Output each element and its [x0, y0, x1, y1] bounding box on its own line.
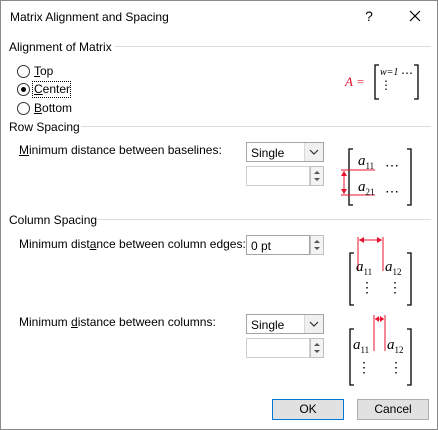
baselines-select[interactable]: Single: [246, 142, 324, 162]
col-edges-vdots-2: ⋮: [388, 279, 402, 295]
columns-spin[interactable]: [246, 338, 326, 358]
preview-lhs-label: A =: [345, 74, 365, 89]
help-button[interactable]: ?: [359, 6, 379, 26]
alignment-divider: [115, 46, 431, 47]
radio-bottom-circle[interactable]: [17, 102, 30, 115]
col-dist-cell-12: a12: [387, 337, 404, 355]
radio-center-selected-dot: [21, 87, 26, 92]
close-icon: [409, 10, 421, 22]
radio-top-circle[interactable]: [17, 65, 30, 78]
columns-select[interactable]: Single: [246, 314, 324, 334]
columns-distance-preview: a11 a12 ⋮ ⋮: [345, 313, 415, 389]
row-spacing-section-label: Row Spacing: [9, 120, 80, 134]
preview-cell-label: w=1: [380, 67, 399, 78]
radio-center-circle[interactable]: [17, 83, 30, 96]
col-dist-vdots-1: ⋮: [357, 359, 371, 375]
col-edges-vdots-1: ⋮: [360, 279, 374, 295]
columns-spin-input[interactable]: [246, 338, 310, 358]
dialog-title: Matrix Alignment and Spacing: [10, 10, 169, 24]
radio-bottom-label: Bottom: [34, 101, 73, 115]
chevron-down-icon[interactable]: [304, 315, 323, 333]
alignment-section-label: Alignment of Matrix: [9, 40, 112, 54]
baselines-spin-input[interactable]: [246, 166, 310, 186]
cancel-button[interactable]: Cancel: [357, 399, 429, 420]
radio-center-label: Center: [34, 82, 71, 96]
column-edges-input[interactable]: 0 pt: [246, 235, 310, 255]
row-preview-dots-2: ⋯: [385, 183, 399, 199]
spin-down-icon[interactable]: [311, 245, 323, 254]
columns-spin-buttons[interactable]: [310, 338, 324, 358]
spin-down-icon[interactable]: [311, 348, 323, 357]
baselines-spin-buttons[interactable]: [310, 166, 324, 186]
alignment-preview: A = w=1 ⋯ ⋮: [343, 59, 423, 103]
chevron-down-icon[interactable]: [304, 143, 323, 161]
baselines-spin[interactable]: [246, 166, 326, 186]
radio-bottom[interactable]: Bottom: [17, 101, 107, 117]
radio-center[interactable]: Center: [17, 81, 107, 98]
column-spacing-divider: [97, 219, 431, 220]
col-dist-vdots-2: ⋮: [389, 359, 403, 375]
column-edges-spin[interactable]: 0 pt: [246, 235, 326, 255]
row-spacing-preview: a11 a21 ⋯ ⋯: [335, 145, 415, 209]
column-edges-preview: a11 a12 ⋮ ⋮: [345, 235, 415, 307]
column-edges-spin-buttons[interactable]: [310, 235, 324, 255]
column-edges-label: Minimum distance between column edges:: [19, 237, 246, 251]
column-spacing-section-label: Column Spacing: [9, 213, 98, 227]
columns-distance-label: Minimum distance between columns:: [19, 315, 216, 329]
radio-top[interactable]: Top: [17, 64, 107, 80]
preview-dots-horizontal: ⋯: [401, 66, 413, 80]
title-bar: Matrix Alignment and Spacing ?: [1, 1, 437, 31]
ok-button[interactable]: OK: [272, 399, 344, 420]
dialog: Matrix Alignment and Spacing ? Alignment…: [0, 0, 438, 430]
radio-top-label: Top: [34, 64, 54, 78]
row-preview-dots-1: ⋯: [385, 157, 399, 173]
spin-down-icon[interactable]: [311, 176, 323, 185]
col-edges-cell-12: a12: [385, 259, 402, 277]
row-preview-cell-2: a21: [358, 179, 375, 197]
row-spacing-divider: [81, 126, 431, 127]
close-button[interactable]: [405, 6, 425, 26]
col-dist-cell-11: a11: [353, 337, 370, 355]
col-edges-cell-11: a11: [356, 259, 373, 277]
baselines-label: Minimum distance between baselines:: [19, 143, 222, 157]
baselines-select-value: Single: [251, 146, 285, 160]
preview-dots-vertical: ⋮: [380, 78, 392, 92]
row-preview-cell-1: a11: [358, 153, 375, 171]
row-spacing-preview-graphic: [341, 148, 412, 206]
columns-select-value: Single: [251, 318, 285, 332]
